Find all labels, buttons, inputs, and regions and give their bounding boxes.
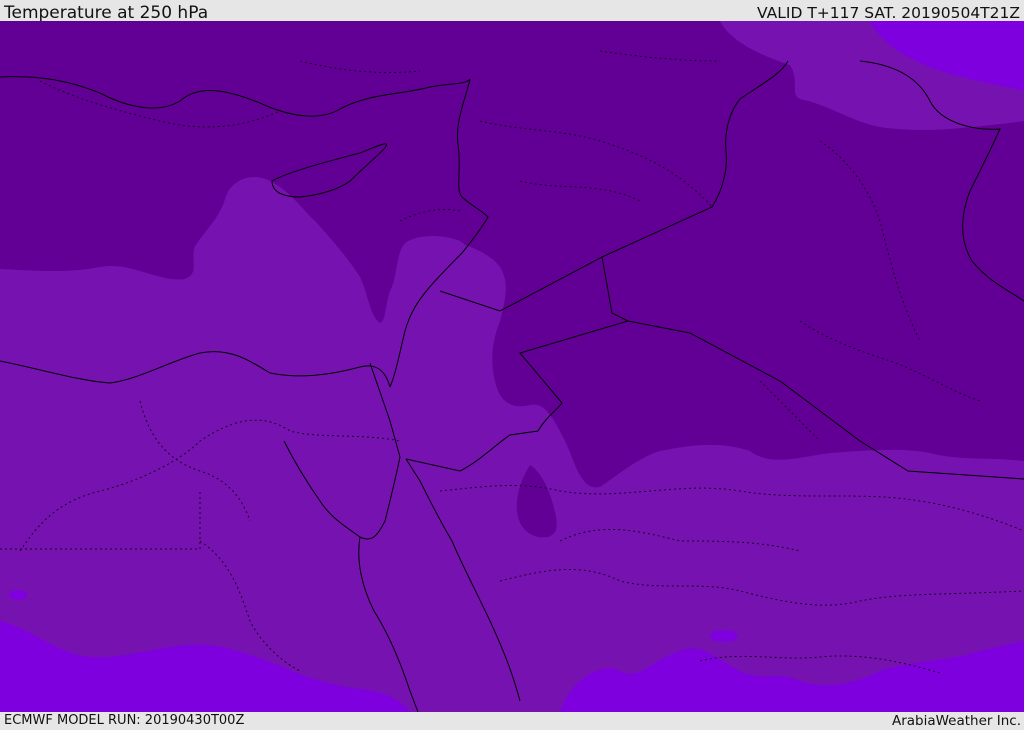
warm-spot xyxy=(710,630,738,642)
model-run-label: ECMWF MODEL RUN: 20190430T00Z xyxy=(4,713,245,728)
temperature-map[interactable] xyxy=(0,21,1024,712)
valid-time-label: VALID T+117 SAT. 20190504T21Z xyxy=(757,4,1020,22)
credit-label: ArabiaWeather Inc. xyxy=(891,713,1021,729)
map-canvas xyxy=(0,21,1024,712)
footer-bar: ECMWF MODEL RUN: 20190430T00Z ArabiaWeat… xyxy=(0,712,1024,729)
warm-spot xyxy=(9,590,27,600)
header-bar: Temperature at 250 hPa VALID T+117 SAT. … xyxy=(0,0,1024,23)
map-title: Temperature at 250 hPa xyxy=(4,3,209,23)
